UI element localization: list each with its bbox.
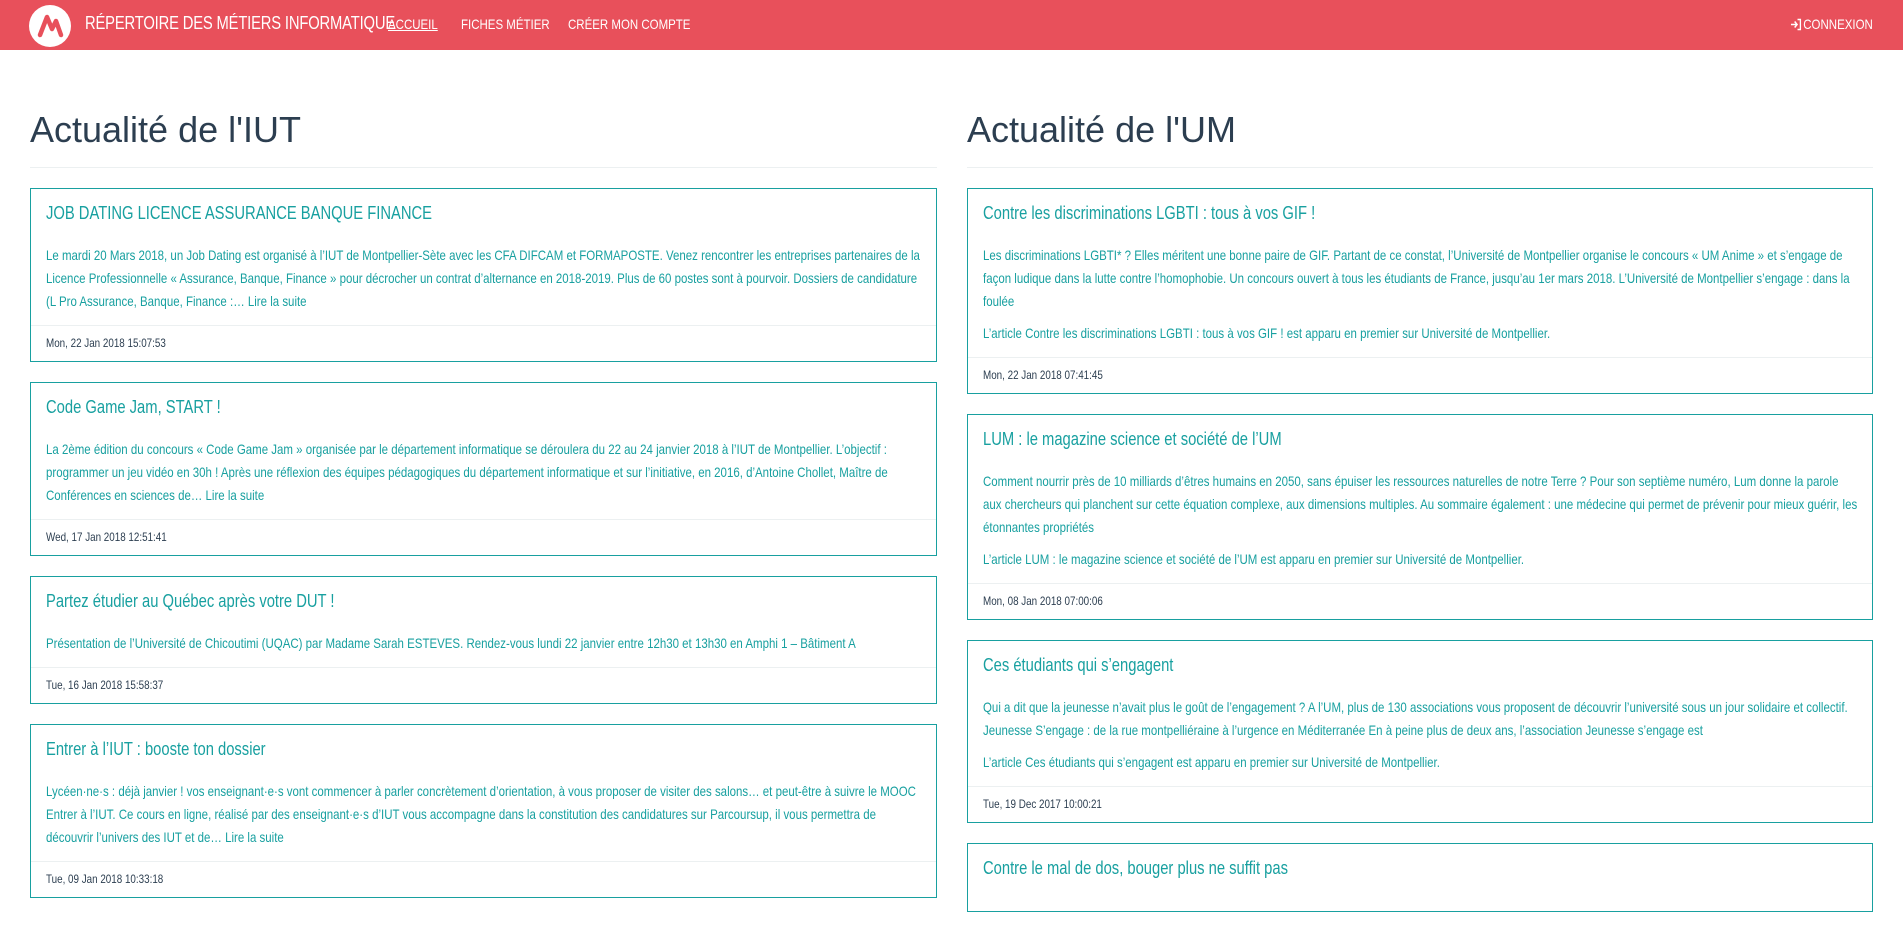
news-card: Contre les discriminations LGBTI : tous … (967, 188, 1873, 394)
news-summary: Lycéen·ne·s : déjà janvier ! vos enseign… (46, 783, 916, 845)
nav-link-creer-compte[interactable]: CRÉER MON COMPTE (568, 16, 690, 32)
news-date-footer: Mon, 08 Jan 2018 07:00:06 (968, 583, 1872, 619)
sign-in-icon (1791, 18, 1802, 31)
news-date-footer: Mon, 22 Jan 2018 15:07:53 (31, 325, 936, 361)
news-card: Code Game Jam, START ! La 2ème édition d… (30, 382, 937, 556)
news-card: LUM : le magazine science et société de … (967, 414, 1873, 620)
brand-title[interactable]: RÉPERTOIRE DES MÉTIERS INFORMATIQUE (85, 13, 395, 34)
brand-logo-icon[interactable] (29, 5, 71, 47)
um-news-title: Actualité de l'UM (967, 110, 1873, 168)
news-summary: La 2ème édition du concours « Code Game … (46, 441, 888, 503)
news-title-link[interactable]: Entrer à l’IUT : booste ton dossier (46, 739, 764, 760)
news-summary: Les discriminations LGBTI* ? Elles mérit… (983, 247, 1850, 309)
news-card: Partez étudier au Québec après votre DUT… (30, 576, 937, 704)
news-date: Tue, 09 Jan 2018 10:33:18 (46, 872, 164, 886)
news-card: Ces étudiants qui s’engagent Qui a dit q… (967, 640, 1873, 823)
news-title-link[interactable]: JOB DATING LICENCE ASSURANCE BANQUE FINA… (46, 203, 764, 224)
login-link[interactable]: CONNEXION (1790, 16, 1873, 32)
news-date: Tue, 16 Jan 2018 15:58:37 (46, 678, 164, 692)
news-date: Mon, 22 Jan 2018 15:07:53 (46, 336, 166, 350)
news-source-note: L’article Ces étudiants qui s’engagent e… (983, 754, 1440, 770)
news-date: Mon, 22 Jan 2018 07:41:45 (983, 368, 1103, 382)
news-title-link[interactable]: LUM : le magazine science et société de … (983, 429, 1700, 450)
top-navbar: RÉPERTOIRE DES MÉTIERS INFORMATIQUE ACCU… (0, 0, 1903, 50)
news-title-link[interactable]: Contre les discriminations LGBTI : tous … (983, 203, 1700, 224)
news-card: Contre le mal de dos, bouger plus ne suf… (967, 843, 1873, 912)
news-summary: Comment nourrir près de 10 milliards d’ê… (983, 473, 1858, 535)
news-source-note: L’article Contre les discriminations LGB… (983, 325, 1551, 341)
iut-news-column: Actualité de l'IUT JOB DATING LICENCE AS… (30, 50, 937, 918)
news-title-link[interactable]: Contre le mal de dos, bouger plus ne suf… (983, 858, 1700, 879)
news-date-footer: Wed, 17 Jan 2018 12:51:41 (31, 519, 936, 555)
iut-news-title: Actualité de l'IUT (30, 110, 937, 168)
news-summary: Présentation de l’Université de Chicouti… (46, 635, 856, 651)
nav-link-fiches-metier[interactable]: FICHES MÉTIER (461, 16, 550, 32)
news-date-footer: Tue, 16 Jan 2018 15:58:37 (31, 667, 936, 703)
news-date: Wed, 17 Jan 2018 12:51:41 (46, 530, 167, 544)
news-summary: Qui a dit que la jeunesse n’avait plus l… (983, 699, 1848, 738)
news-summary: Le mardi 20 Mars 2018, un Job Dating est… (46, 247, 920, 309)
news-date-footer: Tue, 09 Jan 2018 10:33:18 (31, 861, 936, 897)
login-label: CONNEXION (1803, 16, 1873, 32)
nav-link-accueil[interactable]: ACCUEIL (388, 16, 438, 32)
um-news-column: Actualité de l'UM Contre les discriminat… (967, 50, 1873, 932)
news-title-link[interactable]: Partez étudier au Québec après votre DUT… (46, 591, 764, 612)
news-date-footer: Tue, 19 Dec 2017 10:00:21 (968, 786, 1872, 822)
news-title-link[interactable]: Ces étudiants qui s’engagent (983, 655, 1700, 676)
news-card: JOB DATING LICENCE ASSURANCE BANQUE FINA… (30, 188, 937, 362)
news-date: Mon, 08 Jan 2018 07:00:06 (983, 594, 1103, 608)
news-title-link[interactable]: Code Game Jam, START ! (46, 397, 764, 418)
news-card: Entrer à l’IUT : booste ton dossier Lycé… (30, 724, 937, 898)
news-date-footer: Mon, 22 Jan 2018 07:41:45 (968, 357, 1872, 393)
news-date: Tue, 19 Dec 2017 10:00:21 (983, 797, 1102, 811)
news-source-note: L’article LUM : le magazine science et s… (983, 551, 1525, 567)
